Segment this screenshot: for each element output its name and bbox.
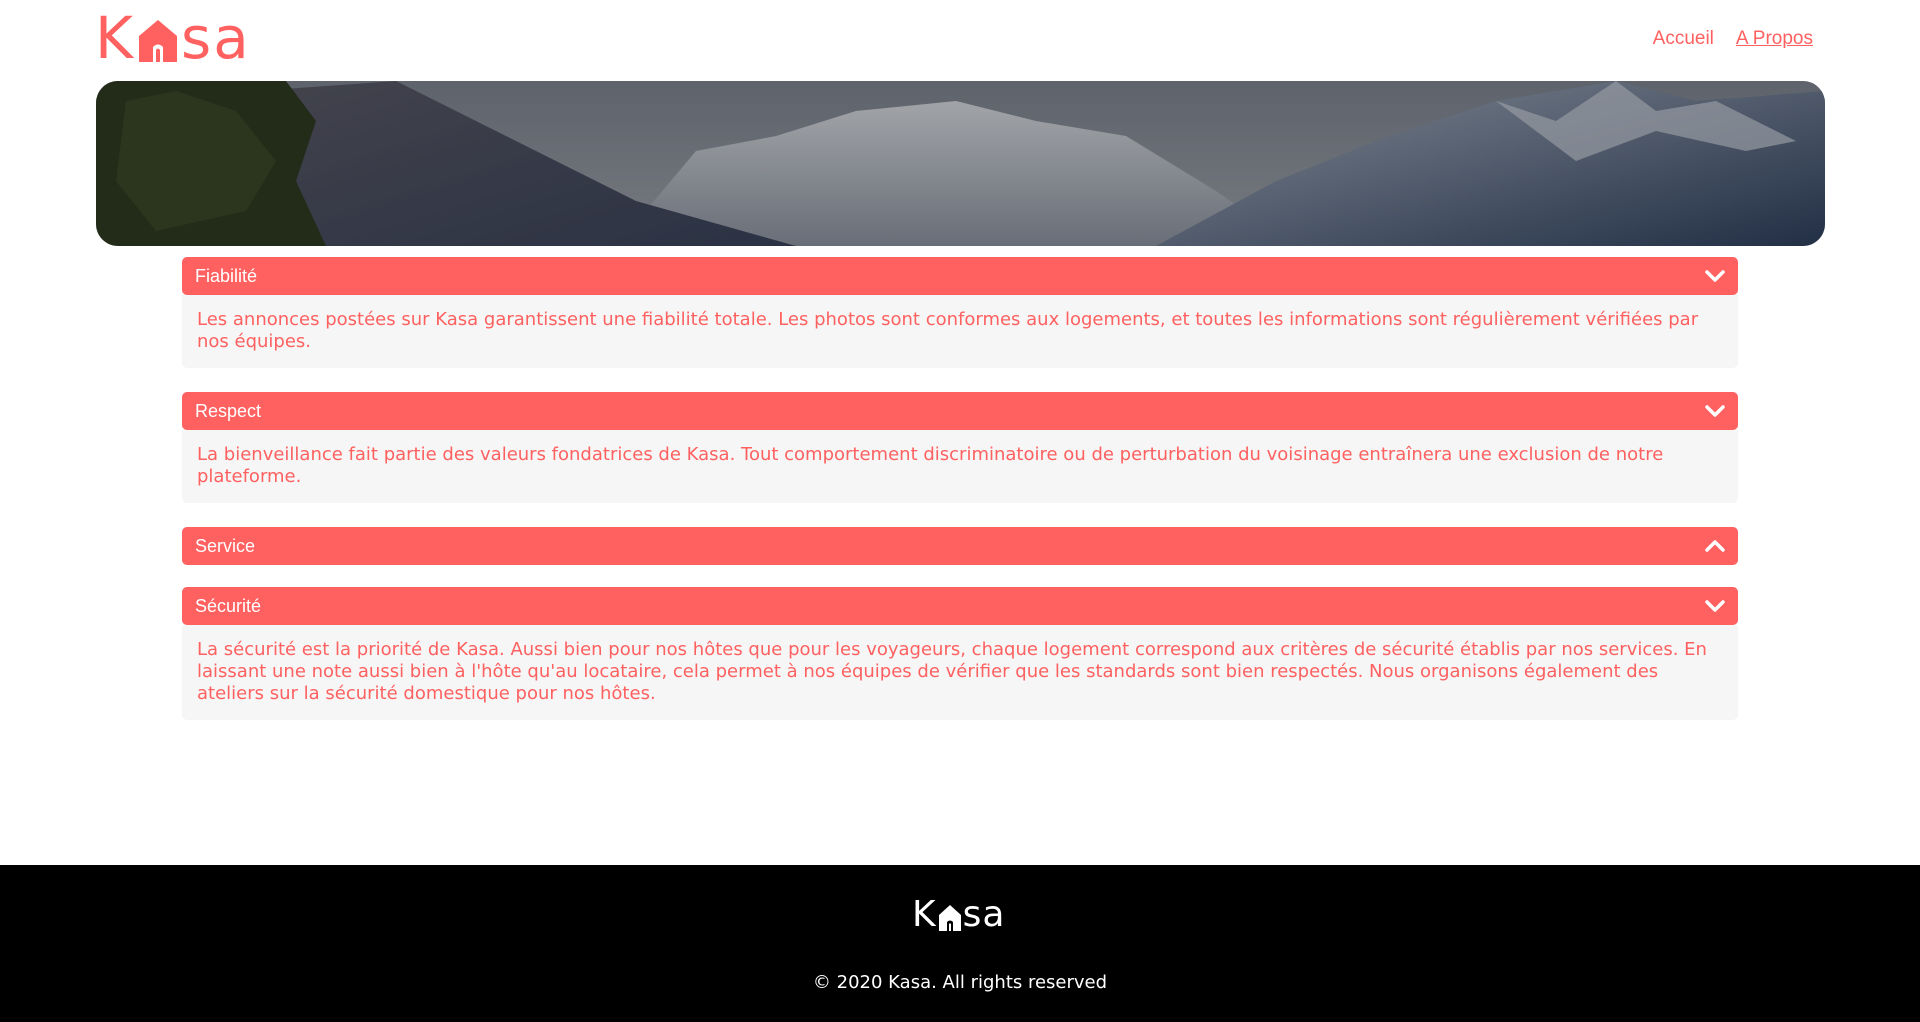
collapse-header-service[interactable]: Service — [182, 527, 1738, 565]
collapse-title: Respect — [195, 400, 262, 421]
collapse-body-respect: La bienveillance fait partie des valeurs… — [182, 430, 1738, 503]
mountain-banner — [96, 81, 1825, 246]
collapse-header-securite[interactable]: Sécurité — [182, 587, 1738, 625]
house-icon — [137, 14, 179, 64]
collapse-title: Service — [195, 535, 256, 556]
copyright-text: © 2020 Kasa. All rights reserved — [812, 972, 1108, 993]
house-icon — [938, 902, 962, 932]
values-collapse-list: Fiabilité Les annonces postées sur Kasa … — [182, 257, 1738, 744]
chevron-up-icon[interactable] — [1704, 535, 1726, 557]
footer-logo-letter-k: K — [912, 894, 937, 935]
footer: K sa © 2020 Kasa. All rights reserved — [0, 865, 1920, 1022]
footer-logo-letters-sa: sa — [962, 894, 1006, 935]
logo-letters-sa: sa — [181, 4, 251, 72]
main-nav: Accueil A Propos — [1653, 28, 1813, 50]
footer-logo: K sa — [912, 894, 1006, 935]
collapse-header-fiabilite[interactable]: Fiabilité — [182, 257, 1738, 295]
collapse-service: Service — [182, 527, 1738, 565]
header: K sa Accueil A Propos — [0, 0, 1920, 80]
collapse-securite: Sécurité La sécurité est la priorité de … — [182, 587, 1738, 720]
collapse-body-fiabilite: Les annonces postées sur Kasa garantisse… — [182, 295, 1738, 368]
nav-link-a-propos[interactable]: A Propos — [1736, 28, 1813, 50]
chevron-down-icon[interactable] — [1704, 265, 1726, 287]
collapse-title: Fiabilité — [195, 265, 258, 286]
collapse-fiabilite: Fiabilité Les annonces postées sur Kasa … — [182, 257, 1738, 368]
chevron-down-icon[interactable] — [1704, 400, 1726, 422]
collapse-title: Sécurité — [195, 595, 262, 616]
nav-link-accueil[interactable]: Accueil — [1653, 28, 1714, 50]
chevron-down-icon[interactable] — [1704, 595, 1726, 617]
kasa-logo[interactable]: K sa — [95, 4, 251, 72]
collapse-body-securite: La sécurité est la priorité de Kasa. Aus… — [182, 625, 1738, 720]
collapse-respect: Respect La bienveillance fait partie des… — [182, 392, 1738, 503]
logo-letter-k: K — [95, 4, 136, 72]
collapse-header-respect[interactable]: Respect — [182, 392, 1738, 430]
